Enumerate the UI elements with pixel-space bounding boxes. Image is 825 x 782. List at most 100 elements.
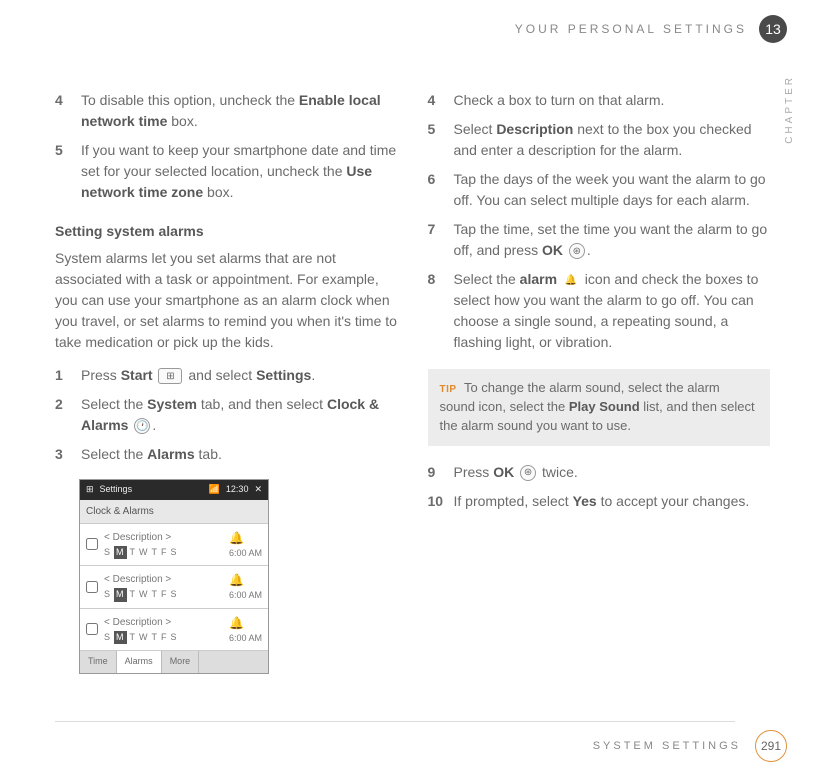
step-body: Select the System tab, and then select C… bbox=[81, 394, 398, 436]
bell-icon: 🔔 bbox=[229, 529, 262, 547]
step-item: 1 Press Start ⊞ and select Settings. bbox=[55, 365, 398, 386]
step-body: Tap the days of the week you want the al… bbox=[454, 169, 771, 211]
step-number: 3 bbox=[55, 444, 71, 465]
step-number: 2 bbox=[55, 394, 71, 436]
step-item: 4To disable this option, uncheck the Ena… bbox=[55, 90, 398, 132]
alarm-description: < Description > bbox=[104, 615, 223, 630]
step-body: Check a box to turn on that alarm. bbox=[454, 90, 771, 111]
alarm-days: SMTWTFS bbox=[104, 631, 223, 645]
bold-text: Clock & Alarms bbox=[81, 396, 379, 433]
step-number: 5 bbox=[55, 140, 71, 203]
ok-icon: ⊛ bbox=[520, 465, 536, 481]
start-icon: ⊞ bbox=[158, 368, 182, 384]
step-body: Select the Alarms tab. bbox=[81, 444, 398, 465]
page-number: 291 bbox=[755, 730, 787, 762]
step-item: 5Select Description next to the box you … bbox=[428, 119, 771, 161]
step-body: To disable this option, uncheck the Enab… bbox=[81, 90, 398, 132]
alarm-checkbox[interactable] bbox=[86, 581, 98, 593]
step-number: 9 bbox=[428, 462, 444, 483]
chapter-number-badge: 13 bbox=[759, 15, 787, 43]
bold-text: Yes bbox=[573, 493, 597, 509]
step-item: 8Select the alarm 🔔 icon and check the b… bbox=[428, 269, 771, 353]
screenshot-tabs: Time Alarms More bbox=[80, 650, 268, 673]
bold-text: Enable local network time bbox=[81, 92, 381, 129]
steps-list-b: 1Press Start ⊞ and select Settings.2Sele… bbox=[55, 365, 398, 465]
alarm-time: 6:00 AM bbox=[229, 547, 262, 561]
tab-alarms: Alarms bbox=[117, 651, 162, 673]
alarm-time: 6:00 AM bbox=[229, 632, 262, 646]
alarm-time: 6:00 AM bbox=[229, 589, 262, 603]
bold-text: Description bbox=[496, 121, 573, 137]
header-title: YOUR PERSONAL SETTINGS bbox=[515, 20, 747, 38]
tip-box: TIP To change the alarm sound, select th… bbox=[428, 369, 771, 446]
footer-title: SYSTEM SETTINGS bbox=[593, 738, 741, 755]
step-body: Tap the time, set the time you want the … bbox=[454, 219, 771, 261]
bold-text: Settings bbox=[256, 367, 311, 383]
screenshot-title: Settings bbox=[100, 483, 133, 497]
step-number: 10 bbox=[428, 491, 444, 512]
step-item: 4 Check a box to turn on that alarm. bbox=[428, 90, 771, 111]
bold-text: Start bbox=[121, 367, 153, 383]
step-body: If you want to keep your smartphone date… bbox=[81, 140, 398, 203]
left-column: 4To disable this option, uncheck the Ena… bbox=[55, 90, 398, 674]
start-icon: ⊞ bbox=[86, 483, 94, 497]
alarm-checkbox[interactable] bbox=[86, 623, 98, 635]
subhead-setting-alarms: Setting system alarms bbox=[55, 221, 398, 242]
bell-icon: 🔔 bbox=[563, 272, 579, 288]
steps-list-right-after: 9 Press OK ⊛ twice. 10 If prompted, select … bbox=[428, 462, 771, 512]
alarm-row: < Description >SMTWTFS 🔔6:00 AM bbox=[80, 523, 268, 566]
signal-icon: 📶 bbox=[209, 483, 220, 497]
close-icon: ✕ bbox=[254, 483, 262, 497]
tab-time: Time bbox=[80, 651, 117, 673]
step-number: 5 bbox=[428, 119, 444, 161]
step-item: 6Tap the days of the week you want the a… bbox=[428, 169, 771, 211]
step-body: Select Description next to the box you c… bbox=[454, 119, 771, 161]
alarm-row: < Description >SMTWTFS 🔔6:00 AM bbox=[80, 608, 268, 651]
intro-paragraph: System alarms let you set alarms that ar… bbox=[55, 248, 398, 353]
step-number: 6 bbox=[428, 169, 444, 211]
step-item: 2Select the System tab, and then select … bbox=[55, 394, 398, 436]
bold-text: alarm bbox=[520, 271, 557, 287]
tip-body: To change the alarm sound, select the al… bbox=[440, 380, 755, 433]
step-item: 3 Select the Alarms tab. bbox=[55, 444, 398, 465]
tip-label: TIP bbox=[440, 384, 457, 395]
bold-text: Use network time zone bbox=[81, 163, 372, 200]
step-number: 7 bbox=[428, 219, 444, 261]
alarm-description: < Description > bbox=[104, 530, 223, 545]
step-item: 10 If prompted, select Yes to accept your… bbox=[428, 491, 771, 512]
screenshot-header: Clock & Alarms bbox=[80, 500, 268, 523]
chapter-side-label: CHAPTER bbox=[782, 75, 797, 144]
ok-icon: ⊛ bbox=[569, 243, 585, 259]
step-item: 9 Press OK ⊛ twice. bbox=[428, 462, 771, 483]
steps-list-a: 4To disable this option, uncheck the Ena… bbox=[55, 90, 398, 203]
alarm-checkbox[interactable] bbox=[86, 538, 98, 550]
alarm-description: < Description > bbox=[104, 572, 223, 587]
step-item: 5If you want to keep your smartphone dat… bbox=[55, 140, 398, 203]
page-header: YOUR PERSONAL SETTINGS 13 bbox=[515, 15, 787, 43]
step-body: Press OK ⊛ twice. bbox=[454, 462, 771, 483]
step-body: Select the alarm 🔔 icon and check the bo… bbox=[454, 269, 771, 353]
bell-icon: 🔔 bbox=[229, 614, 262, 632]
step-body: Press Start ⊞ and select Settings. bbox=[81, 365, 398, 386]
step-number: 4 bbox=[55, 90, 71, 132]
screenshot-time: 12:30 bbox=[226, 483, 249, 497]
step-number: 1 bbox=[55, 365, 71, 386]
page-footer: SYSTEM SETTINGS 291 bbox=[593, 730, 787, 762]
step-number: 8 bbox=[428, 269, 444, 353]
alarm-days: SMTWTFS bbox=[104, 546, 223, 560]
bold-text: OK bbox=[542, 242, 563, 258]
bold-text: OK bbox=[493, 464, 514, 480]
step-item: 7Tap the time, set the time you want the… bbox=[428, 219, 771, 261]
steps-list-right: 4Check a box to turn on that alarm.5Sele… bbox=[428, 90, 771, 353]
alarm-days: SMTWTFS bbox=[104, 588, 223, 602]
footer-rule bbox=[55, 721, 735, 722]
step-body: If prompted, select Yes to accept your c… bbox=[454, 491, 771, 512]
clock-icon: 🕐 bbox=[134, 418, 150, 434]
bold-text: System bbox=[147, 396, 197, 412]
bold-text: Play Sound bbox=[569, 399, 640, 414]
bold-text: Alarms bbox=[147, 446, 194, 462]
right-column: 4Check a box to turn on that alarm.5Sele… bbox=[428, 90, 771, 674]
alarms-screenshot: ⊞ Settings 📶 12:30 ✕ Clock & Alarms < De… bbox=[79, 479, 269, 674]
step-number: 4 bbox=[428, 90, 444, 111]
screenshot-titlebar: ⊞ Settings 📶 12:30 ✕ bbox=[80, 480, 268, 500]
